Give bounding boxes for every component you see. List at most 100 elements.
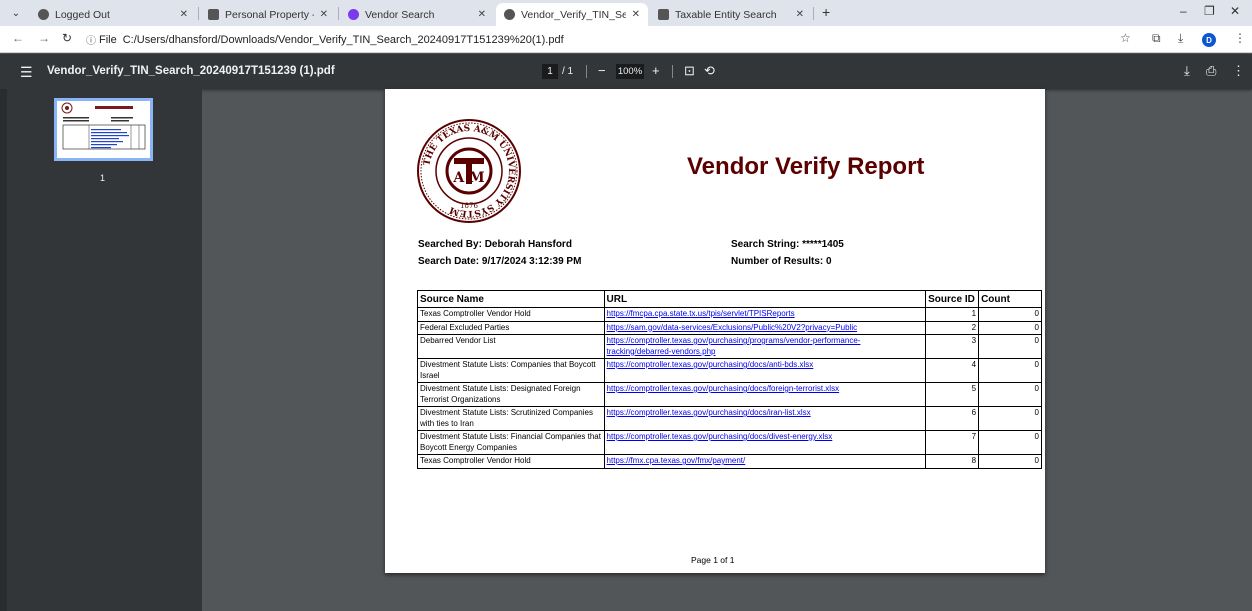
table-row: Divestment Statute Lists: Designated For… [417, 382, 1042, 407]
source-url-link[interactable]: https://comptroller.texas.gov/purchasing… [607, 336, 861, 356]
tab-strip: ⌄ Logged Out ✕ Personal Property - Maint… [0, 0, 1252, 26]
site-favicon-icon [658, 9, 669, 20]
more-menu-icon[interactable]: ⋮ [1234, 31, 1246, 45]
tamu-seal-logo: THE TEXAS A&M UNIVERSITY SYSTEM A M 1876 [417, 119, 521, 223]
address-bar[interactable]: ⓘ File C:/Users/dhansford/Downloads/Vend… [86, 29, 1106, 50]
result-count: 0 [978, 382, 1042, 407]
tab-personal-property[interactable]: Personal Property - Maintenanc ✕ [200, 3, 336, 26]
close-icon[interactable]: ✕ [478, 9, 486, 20]
source-id: 2 [925, 320, 980, 335]
source-name: Divestment Statute Lists: Scrutinized Co… [417, 406, 605, 431]
result-count: 0 [978, 358, 1042, 383]
source-url-link[interactable]: https://comptroller.texas.gov/purchasing… [607, 360, 814, 369]
source-url-link[interactable]: https://sam.gov/data-services/Exclusions… [607, 323, 858, 332]
bookmark-star-icon[interactable]: ☆ [1120, 31, 1131, 45]
source-url-link[interactable]: https://fmcpa.cpa.state.tx.us/tpis/servl… [607, 309, 795, 318]
number-of-results: Number of Results: 0 [731, 256, 832, 267]
table-row: Texas Comptroller Vendor Hold https://fm… [417, 307, 1042, 322]
minimize-icon[interactable]: – [1180, 4, 1187, 18]
zoom-level-input[interactable]: 100% [616, 64, 644, 79]
url-text: C:/Users/dhansford/Downloads/Vendor_Veri… [122, 33, 564, 46]
source-url-link[interactable]: https://comptroller.texas.gov/purchasing… [607, 408, 811, 417]
info-icon[interactable]: ⓘ [86, 32, 96, 47]
page-total: / 1 [562, 66, 574, 77]
close-icon[interactable]: ✕ [796, 9, 804, 20]
search-string: Search String: *****1405 [731, 239, 844, 250]
vendor-search-favicon-icon [348, 9, 359, 20]
page-number-input[interactable]: 1 [542, 64, 558, 79]
close-icon[interactable]: ✕ [180, 9, 188, 20]
tab-vendor-verify-pdf[interactable]: Vendor_Verify_TIN_Search_2024 ✕ [496, 3, 648, 26]
svg-text:1876: 1876 [460, 202, 478, 210]
new-tab-icon[interactable]: + [822, 4, 830, 20]
column-header: URL [603, 290, 927, 308]
searched-by: Searched By: Deborah Hansford [418, 239, 572, 250]
table-row: Debarred Vendor List https://comptroller… [417, 334, 1042, 359]
pdf-toolbar: ☰ Vendor_Verify_TIN_Search_20240917T1512… [0, 54, 1252, 89]
hamburger-menu-icon[interactable]: ☰ [20, 64, 33, 81]
table-row: Divestment Statute Lists: Financial Comp… [417, 430, 1042, 455]
column-header: Source Name [417, 290, 605, 308]
browser-toolbar: ← → ↻ ⓘ File C:/Users/dhansford/Download… [0, 26, 1252, 53]
source-name: Texas Comptroller Vendor Hold [417, 454, 605, 469]
fit-page-icon[interactable]: ⊡ [684, 63, 695, 79]
restore-icon[interactable]: ❐ [1204, 4, 1215, 18]
close-icon[interactable]: ✕ [632, 9, 640, 20]
reload-icon[interactable]: ↻ [62, 31, 72, 45]
source-name: Divestment Statute Lists: Financial Comp… [417, 430, 605, 455]
source-id: 5 [925, 382, 980, 407]
tab-label: Logged Out [55, 8, 110, 21]
result-count: 0 [978, 430, 1042, 455]
thumbnail-page-number: 1 [100, 173, 106, 183]
thumbnail-sidebar: 1 [0, 89, 202, 611]
globe-icon [504, 9, 515, 20]
tab-taxable-entity[interactable]: Taxable Entity Search ✕ [650, 3, 812, 26]
table-row: Federal Excluded Parties https://sam.gov… [417, 320, 1042, 335]
print-icon[interactable]: ⎙ [1206, 63, 1216, 79]
window-close-icon[interactable]: ✕ [1230, 4, 1240, 18]
source-name: Texas Comptroller Vendor Hold [417, 307, 605, 322]
result-count: 0 [978, 320, 1042, 335]
tab-label: Vendor_Verify_TIN_Search_2024 [521, 8, 626, 21]
page-thumbnail[interactable] [54, 98, 153, 161]
zoom-out-icon[interactable]: − [598, 63, 606, 78]
toolbar-divider [586, 65, 587, 78]
profile-avatar[interactable]: D [1202, 33, 1216, 47]
search-date: Search Date: 9/17/2024 3:12:39 PM [418, 256, 582, 267]
close-icon[interactable]: ✕ [320, 9, 328, 20]
table-row: Texas Comptroller Vendor Hold https://fm… [417, 454, 1042, 469]
tab-search-chevron-icon[interactable]: ⌄ [8, 5, 24, 21]
report-title: Vendor Verify Report [687, 153, 925, 180]
source-id: 3 [925, 334, 980, 359]
tab-logged-out[interactable]: Logged Out ✕ [30, 3, 196, 26]
site-favicon-icon [208, 9, 219, 20]
source-id: 4 [925, 358, 980, 383]
sidebar-edge [0, 89, 7, 611]
extensions-icon[interactable]: ⧉ [1152, 31, 1161, 46]
page-footer: Page 1 of 1 [691, 555, 735, 565]
source-name: Divestment Statute Lists: Designated For… [417, 382, 605, 407]
back-icon[interactable]: ← [12, 31, 24, 45]
tab-label: Taxable Entity Search [675, 8, 777, 21]
zoom-in-icon[interactable]: + [652, 63, 660, 78]
download-icon[interactable]: ⤓ [1184, 63, 1190, 79]
source-url-link[interactable]: https://comptroller.texas.gov/purchasing… [607, 384, 840, 393]
pdf-file-title: Vendor_Verify_TIN_Search_20240917T151239… [47, 65, 335, 77]
tab-label: Vendor Search [365, 8, 435, 21]
forward-icon[interactable]: → [38, 31, 50, 45]
globe-icon [38, 9, 49, 20]
downloads-icon[interactable]: ⤓ [1178, 31, 1183, 46]
source-name: Divestment Statute Lists: Companies that… [417, 358, 605, 383]
source-name: Debarred Vendor List [417, 334, 605, 359]
result-count: 0 [978, 334, 1042, 359]
tab-vendor-search[interactable]: Vendor Search ✕ [340, 3, 494, 26]
rotate-icon[interactable]: ⟲ [704, 63, 715, 79]
pdf-more-icon[interactable]: ⋮ [1232, 63, 1245, 79]
source-url-link[interactable]: https://fmx.cpa.texas.gov/fmx/payment/ [607, 456, 746, 465]
thumbnail-preview [61, 102, 146, 150]
result-count: 0 [978, 406, 1042, 431]
tab-divider [338, 7, 339, 20]
source-url-link[interactable]: https://comptroller.texas.gov/purchasing… [607, 432, 833, 441]
results-table: Source Name URL Source ID Count Texas Co… [417, 290, 1042, 469]
pdf-page: THE TEXAS A&M UNIVERSITY SYSTEM A M 1876… [385, 89, 1045, 573]
